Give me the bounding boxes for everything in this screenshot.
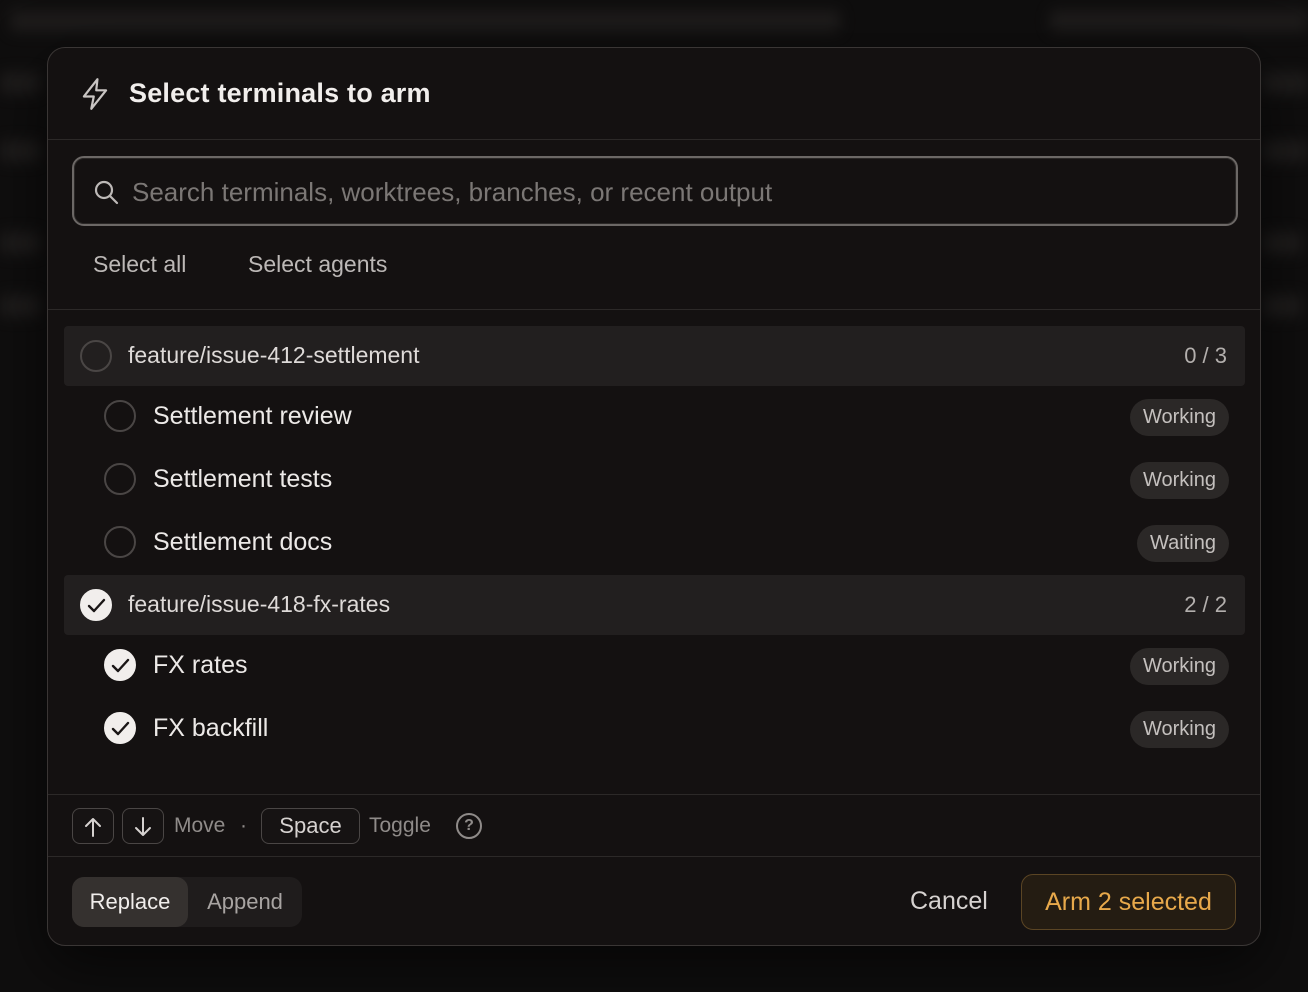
status-badge: Working — [1130, 462, 1229, 499]
group-name: feature/issue-418-fx-rates — [128, 591, 391, 617]
arrow-up-key — [72, 808, 114, 844]
search-field[interactable] — [72, 156, 1238, 226]
checkmark-icon — [111, 658, 130, 673]
group-selection-count: 0 / 3 — [1184, 343, 1227, 368]
move-hint-label: Move — [174, 814, 226, 837]
status-badge: Working — [1130, 711, 1229, 748]
terminal-name: FX rates — [153, 651, 248, 679]
hint-separator: · — [240, 814, 247, 837]
append-mode-option[interactable]: Append — [188, 877, 302, 927]
terminal-name: Settlement review — [153, 402, 352, 430]
arrow-down-key — [122, 808, 164, 844]
worktree-group-row[interactable]: feature/issue-418-fx-rates 2 / 2 — [64, 575, 1245, 635]
divider — [48, 309, 1260, 310]
terminal-list: feature/issue-412-settlement 0 / 3 Settl… — [64, 326, 1245, 761]
help-icon[interactable]: ? — [456, 813, 482, 839]
select-agents-button[interactable]: Select agents — [248, 251, 387, 278]
background-blur — [0, 140, 40, 162]
background-blur — [0, 72, 40, 94]
terminal-checkbox[interactable] — [104, 712, 136, 744]
terminal-row[interactable]: Settlement tests Working — [64, 449, 1245, 512]
group-checkbox[interactable] — [80, 589, 112, 621]
arm-terminals-dialog: Select terminals to arm Select all Selec… — [47, 47, 1261, 946]
terminal-checkbox[interactable] — [104, 463, 136, 495]
cancel-button[interactable]: Cancel — [910, 887, 988, 916]
status-badge: Waiting — [1137, 525, 1229, 562]
replace-mode-option[interactable]: Replace — [72, 877, 188, 927]
checkmark-icon — [111, 721, 130, 736]
background-blur — [1262, 72, 1308, 94]
checkmark-icon — [87, 598, 106, 613]
divider — [48, 794, 1260, 795]
arm-selected-button[interactable]: Arm 2 selected — [1021, 874, 1236, 930]
search-input[interactable] — [132, 172, 1222, 212]
background-blur — [10, 10, 840, 32]
terminal-row[interactable]: Settlement review Working — [64, 386, 1245, 449]
terminal-name: FX backfill — [153, 714, 269, 742]
dialog-footer: Replace Append Cancel Arm 2 selected — [48, 856, 1260, 945]
search-icon — [94, 180, 119, 205]
group-checkbox[interactable] — [80, 340, 112, 372]
status-badge: Working — [1130, 399, 1229, 436]
dialog-header: Select terminals to arm — [48, 48, 1260, 140]
space-key: Space — [261, 808, 360, 844]
toggle-hint-label: Toggle — [369, 814, 431, 837]
terminal-name: Settlement tests — [153, 465, 333, 493]
worktree-group-row[interactable]: feature/issue-412-settlement 0 / 3 — [64, 326, 1245, 386]
arrow-down-icon — [135, 817, 151, 836]
terminal-checkbox[interactable] — [104, 526, 136, 558]
background-blur — [1050, 10, 1308, 32]
background-blur — [0, 295, 40, 317]
background-blur — [1262, 232, 1302, 254]
background-blur — [0, 232, 40, 254]
background-blur — [1262, 140, 1308, 162]
terminal-row[interactable]: FX backfill Working — [64, 698, 1245, 761]
status-badge: Working — [1130, 648, 1229, 685]
terminal-name: Settlement docs — [153, 528, 333, 556]
terminal-row[interactable]: FX rates Working — [64, 635, 1245, 698]
terminal-checkbox[interactable] — [104, 400, 136, 432]
group-selection-count: 2 / 2 — [1184, 592, 1227, 617]
lightning-bolt-icon — [82, 78, 108, 110]
mode-segmented-control: Replace Append — [72, 877, 302, 927]
arrow-up-icon — [85, 818, 101, 837]
terminal-checkbox[interactable] — [104, 649, 136, 681]
terminal-row[interactable]: Settlement docs Waiting — [64, 512, 1245, 575]
dialog-title: Select terminals to arm — [129, 78, 431, 108]
group-name: feature/issue-412-settlement — [128, 342, 420, 368]
background-blur — [1262, 295, 1302, 317]
select-all-button[interactable]: Select all — [93, 251, 186, 278]
